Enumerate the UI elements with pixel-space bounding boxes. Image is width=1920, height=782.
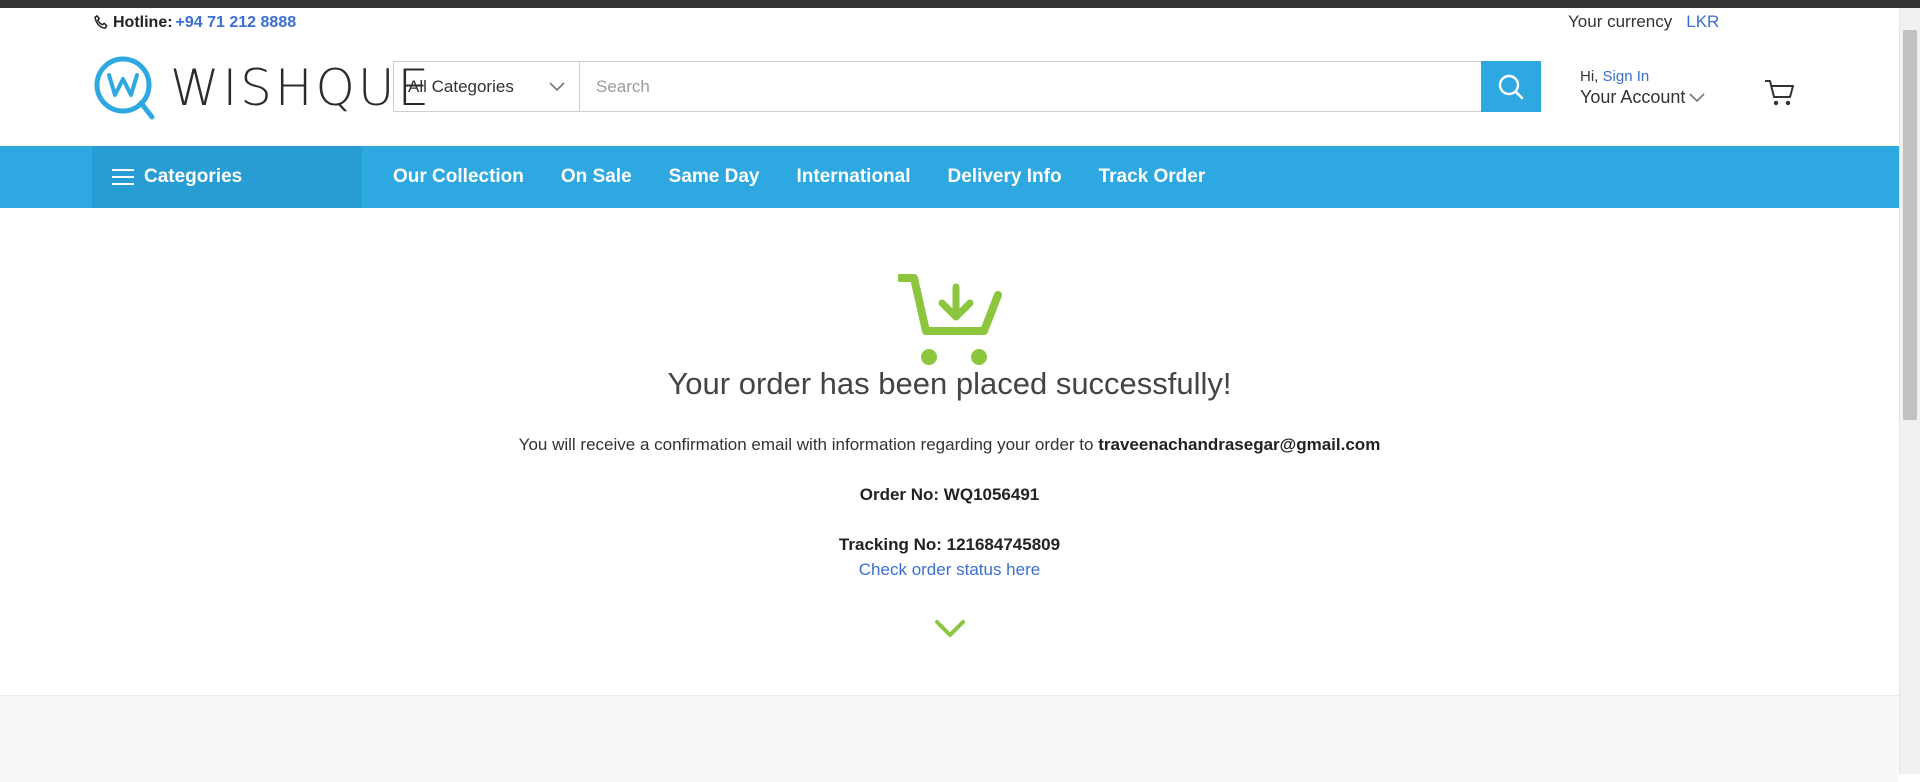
confirmation-message: You will receive a confirmation email wi… <box>518 435 1094 454</box>
hamburger-icon <box>112 169 134 185</box>
confirmation-text: You will receive a confirmation email wi… <box>0 435 1899 455</box>
hotline: Hotline: +94 71 212 8888 <box>92 14 296 32</box>
order-number: Order No: WQ1056491 <box>859 485 1040 504</box>
currency-label: Your currency <box>1568 12 1673 31</box>
tracking-number: Tracking No: 121684745809 <box>838 535 1061 554</box>
nav-same-day[interactable]: Same Day <box>669 166 760 188</box>
footer-area <box>0 695 1899 782</box>
categories-menu-button[interactable]: Categories <box>92 146 362 208</box>
search-input[interactable] <box>580 62 1481 111</box>
page: Hotline: +94 71 212 8888 Your currency LK… <box>0 8 1899 782</box>
check-order-status-link[interactable]: Check order status here <box>859 560 1040 579</box>
categories-label: Categories <box>144 166 243 187</box>
nav-delivery-info[interactable]: Delivery Info <box>948 166 1062 188</box>
chevron-down-icon <box>1689 92 1705 102</box>
wishque-logo[interactable]: WISHQUE <box>92 53 432 123</box>
phone-icon <box>94 14 108 29</box>
search-icon <box>1498 74 1524 99</box>
search-button[interactable] <box>1481 61 1541 112</box>
confirmation-email: traveenachandrasegar@gmail.com <box>1098 435 1381 454</box>
nav-on-sale[interactable]: On Sale <box>561 166 632 188</box>
account-menu: Hi, Sign In Your Account <box>1580 68 1705 108</box>
chevron-down-icon[interactable] <box>934 618 966 640</box>
currency-code[interactable]: LKR <box>1686 12 1719 31</box>
order-success-panel: Your order has been placed successfully!… <box>0 208 1899 695</box>
nav-links: Our Collection On Sale Same Day Internat… <box>393 146 1242 208</box>
browser-top-strip <box>0 0 1920 8</box>
account-hi: Hi, <box>1580 68 1599 85</box>
success-title: Your order has been placed successfully! <box>667 366 1232 401</box>
cart-download-icon <box>898 274 1002 365</box>
your-account-dropdown[interactable]: Your Account <box>1580 87 1705 108</box>
currency-selector: Your currency LKR <box>1568 12 1719 32</box>
hotline-label: Hotline: <box>113 14 173 31</box>
hotline-number[interactable]: +94 71 212 8888 <box>176 14 297 32</box>
main-navbar: Categories Our Collection On Sale Same D… <box>0 146 1899 208</box>
search-bar: All Categories <box>393 61 1541 112</box>
category-select-value: All Categories <box>408 76 514 96</box>
chevron-down-icon <box>549 81 565 91</box>
category-select[interactable]: All Categories <box>394 62 580 111</box>
your-account-label: Your Account <box>1580 87 1686 107</box>
nav-international[interactable]: International <box>797 166 911 188</box>
page-scrollbar[interactable] <box>1899 8 1920 774</box>
sign-in-link[interactable]: Sign In <box>1603 68 1650 85</box>
cart-icon[interactable] <box>1764 78 1796 108</box>
nav-track-order[interactable]: Track Order <box>1099 166 1206 188</box>
nav-our-collection[interactable]: Our Collection <box>393 166 524 188</box>
logo-mark-icon <box>94 56 155 120</box>
scrollbar-thumb[interactable] <box>1903 30 1917 420</box>
